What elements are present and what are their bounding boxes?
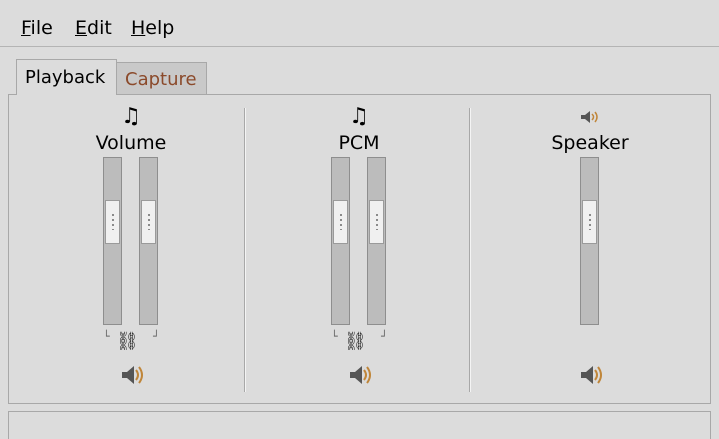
grip-icon (112, 214, 114, 230)
speaker-icon (581, 111, 598, 123)
grip-icon (340, 214, 342, 230)
volume-right-slider[interactable] (139, 157, 158, 325)
volume-lock-chain-icon[interactable]: ⛓ (116, 333, 139, 351)
slider-thumb[interactable] (333, 200, 348, 244)
channel-divider (469, 108, 471, 392)
tab-playback[interactable]: Playback (16, 59, 117, 95)
grip-icon (589, 214, 591, 230)
slider-thumb[interactable] (141, 200, 156, 244)
pcm-left-slider[interactable] (331, 157, 350, 325)
tab-capture[interactable]: Capture (117, 62, 207, 95)
slider-thumb[interactable] (582, 200, 597, 244)
speaker-mute-speaker-icon[interactable] (579, 364, 603, 386)
speaker-slider[interactable] (580, 157, 599, 325)
bracket-right: ┘ (153, 330, 160, 343)
music-note-icon: ♫ (121, 104, 141, 129)
slider-thumb[interactable] (369, 200, 384, 244)
channel-title-speaker: Speaker (551, 132, 629, 154)
pcm-lock-chain-icon[interactable]: ⛓ (344, 333, 367, 351)
grip-icon (148, 214, 150, 230)
menu-bar: File Edit Help (0, 0, 719, 47)
music-note-icon: ♫ (349, 104, 369, 129)
channel-title-pcm: PCM (338, 132, 380, 154)
channel-title-volume: Volume (95, 132, 167, 154)
menu-edit[interactable]: Edit (75, 17, 112, 39)
pcm-right-slider[interactable] (367, 157, 386, 325)
pcm-mute-speaker-icon[interactable] (348, 364, 372, 386)
bracket-right: ┘ (381, 330, 388, 343)
bracket-left: └ (103, 330, 110, 343)
menu-help[interactable]: Help (131, 17, 174, 39)
status-bar (8, 411, 711, 439)
menu-file[interactable]: File (21, 17, 53, 39)
volume-left-slider[interactable] (103, 157, 122, 325)
volume-mute-speaker-icon[interactable] (120, 364, 144, 386)
channel-divider (244, 108, 246, 392)
bracket-left: └ (331, 330, 338, 343)
grip-icon (376, 214, 378, 230)
slider-thumb[interactable] (105, 200, 120, 244)
